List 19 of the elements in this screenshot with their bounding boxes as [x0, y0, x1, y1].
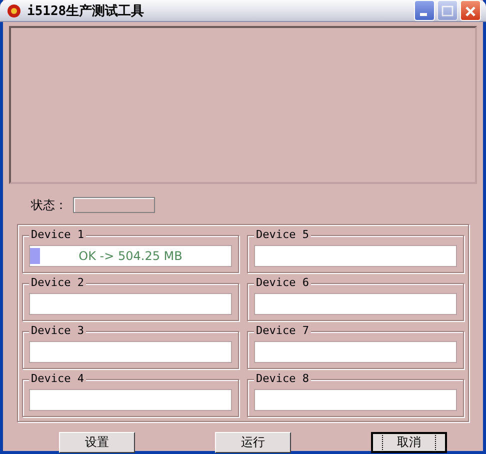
device-name: Device 4	[29, 372, 86, 385]
app-icon	[7, 4, 21, 18]
maximize-button[interactable]	[437, 0, 458, 21]
device-name: Device 8	[254, 372, 311, 385]
status-label: 状态：	[31, 196, 67, 214]
device-name: Device 2	[29, 276, 86, 289]
minimize-icon	[420, 13, 427, 16]
progress-reading: OK -> 504.25 MB	[78, 248, 184, 265]
device-name: Device 5	[254, 228, 311, 241]
dialog-button[interactable]: 运行	[215, 432, 291, 453]
dialog-button[interactable]: 设置	[59, 432, 135, 453]
window-title: i5128生产测试工具	[27, 2, 146, 20]
device-name: Device 3	[29, 324, 86, 337]
dialog-button[interactable]: 取消	[371, 432, 447, 453]
minimize-button[interactable]	[414, 0, 435, 21]
device-name: Device 6	[254, 276, 311, 289]
device-name: Device 1	[29, 228, 86, 241]
device-name: Device 7	[254, 324, 311, 337]
close-button[interactable]	[460, 0, 481, 21]
